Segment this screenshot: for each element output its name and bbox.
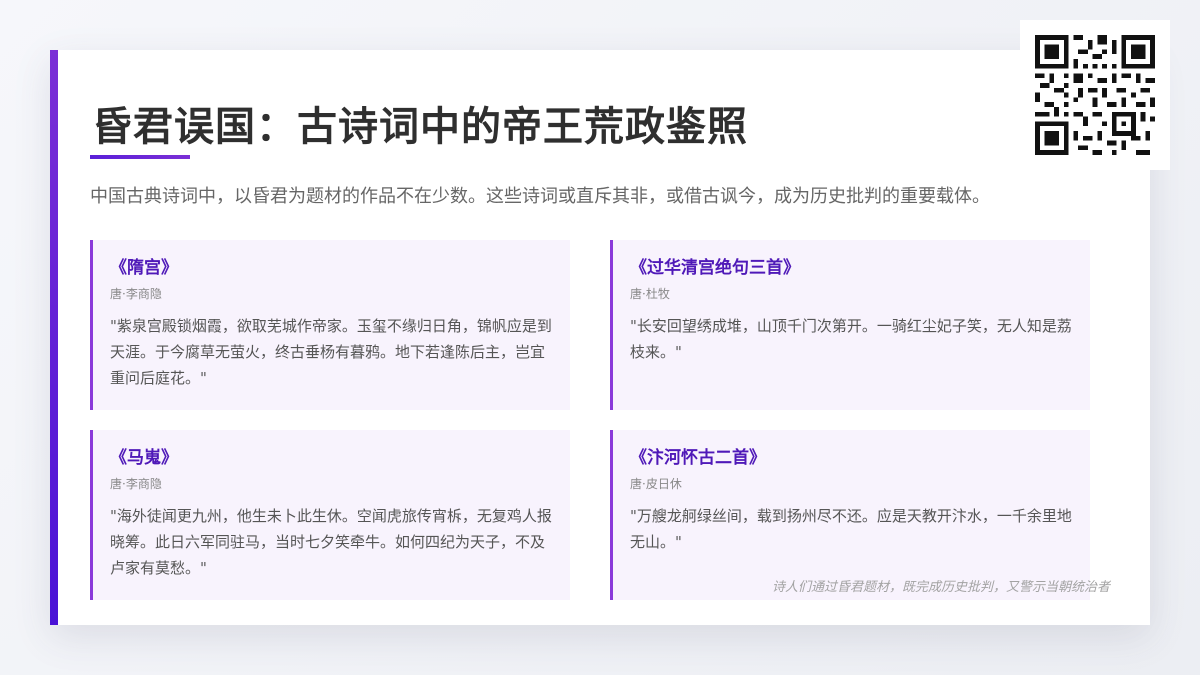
- poem-card-bian-he: 《汴河怀古二首》 唐·皮日休 "万艘龙舸绿丝间，载到扬州尽不还。应是天教开汴水，…: [610, 430, 1090, 600]
- qr-code[interactable]: [1020, 20, 1170, 170]
- poem-card-sui-gong: 《隋宫》 唐·李商隐 "紫泉宫殿锁烟霞，欲取芜城作帝家。玉玺不缘归日角，锦帆应是…: [90, 240, 570, 410]
- slide-card: 昏君误国：古诗词中的帝王荒政鉴照 中国古典诗词中，以昏君为题材的作品不在少数。这…: [50, 50, 1150, 625]
- poem-card-hua-qing-gong: 《过华清宫绝句三首》 唐·杜牧 "长安回望绣成堆，山顶千门次第开。一骑红尘妃子笑…: [610, 240, 1090, 410]
- poem-card-ma-wei: 《马嵬》 唐·李商隐 "海外徒闻更九州，他生未卜此生休。空闻虎旅传宵柝，无复鸡人…: [90, 430, 570, 600]
- qr-code-icon: [1035, 35, 1155, 155]
- poem-title: 《过华清宫绝句三首》: [630, 258, 800, 278]
- page-subtitle: 中国古典诗词中，以昏君为题材的作品不在少数。这些诗词或直斥其非，或借古讽今，成为…: [90, 186, 990, 207]
- poem-text: "紫泉宫殿锁烟霞，欲取芜城作帝家。玉玺不缘归日角，锦帆应是到天涯。于今腐草无萤火…: [110, 317, 552, 387]
- poem-title: 《马嵬》: [110, 448, 178, 468]
- poem-author: 唐·李商隐: [110, 477, 162, 491]
- poem-author: 唐·李商隐: [110, 287, 162, 301]
- poem-title: 《隋宫》: [110, 258, 178, 278]
- left-accent-bar: [50, 50, 58, 625]
- page-title: 昏君误国：古诗词中的帝王荒政鉴照: [92, 103, 748, 150]
- poem-text: "万艘龙舸绿丝间，载到扬州尽不还。应是天教开汴水，一千余里地无山。": [630, 507, 1072, 551]
- poem-title: 《汴河怀古二首》: [630, 448, 766, 468]
- footer-note: 诗人们通过昏君题材，既完成历史批判，又警示当朝统治者: [771, 580, 1110, 595]
- poem-author: 唐·皮日休: [630, 477, 682, 491]
- poem-text: "长安回望绣成堆，山顶千门次第开。一骑红尘妃子笑，无人知是荔枝来。": [630, 317, 1072, 361]
- title-underline: [90, 155, 190, 159]
- poem-text: "海外徒闻更九州，他生未卜此生休。空闻虎旅传宵柝，无复鸡人报晓筹。此日六军同驻马…: [110, 507, 552, 577]
- poem-author: 唐·杜牧: [630, 287, 670, 301]
